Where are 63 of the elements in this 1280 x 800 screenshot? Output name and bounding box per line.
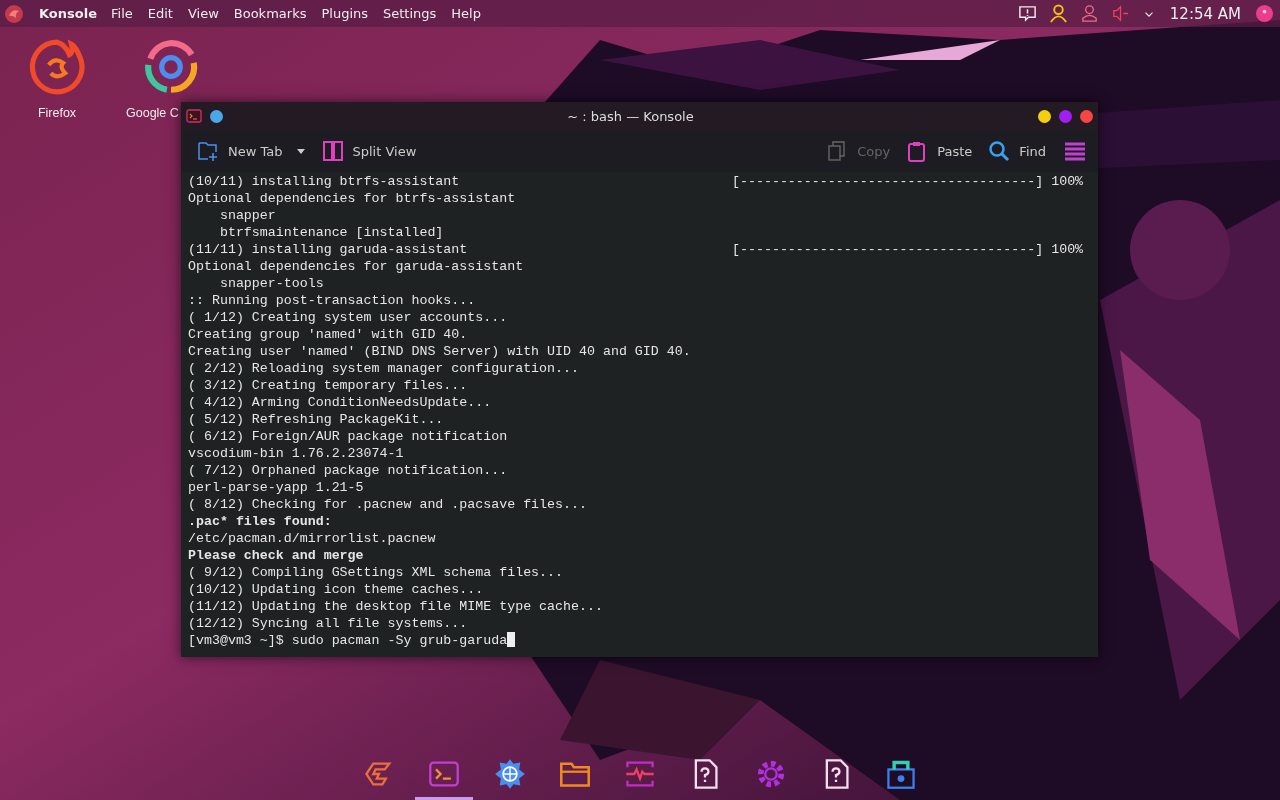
menu-item[interactable]: Help: [451, 6, 481, 21]
terminal-line: .pac* files found:: [188, 514, 332, 529]
app-name[interactable]: Konsole: [39, 6, 97, 21]
terminal-line: Please check and merge: [188, 548, 364, 563]
terminal-line: perl-parse-yapp 1.21-5: [188, 480, 364, 495]
terminal-line: ( 9/12) Compiling GSettings XML schema files...: [188, 565, 564, 580]
split-view-icon: [321, 140, 344, 162]
terminal-line: Creating group 'named' with GID 40.: [188, 327, 468, 342]
menu-item[interactable]: View: [187, 6, 219, 21]
terminal-line: ( 4/12) Arming ConditionNeedsUpdate...: [188, 395, 492, 410]
menu-item[interactable]: Bookmarks: [233, 6, 307, 21]
find-button[interactable]: Find: [982, 136, 1052, 166]
terminal-line: ( 7/12) Orphaned package notification...: [188, 463, 508, 478]
new-tab-icon: [197, 140, 219, 162]
notification-icon[interactable]: [1017, 4, 1037, 23]
terminal-line: (10/11) installing btrfs-assistant: [188, 174, 460, 189]
menu-icon[interactable]: [1064, 140, 1086, 162]
cursor-icon: [507, 632, 516, 647]
avatar-icon[interactable]: [1255, 4, 1274, 23]
terminal-line: snapper: [218, 208, 276, 223]
terminal-line: (12/12) Syncing all file systems...: [188, 616, 468, 631]
terminal-line: ( 2/12) Reloading system manager configuration...: [188, 361, 579, 376]
globe-gear-icon: [493, 757, 526, 790]
terminal-line: Optional dependencies for btrfs-assistant: [188, 191, 516, 206]
terminal-line: ( 6/12) Foreign/AUR package notification: [188, 429, 508, 444]
menu-item[interactable]: Settings: [383, 6, 437, 21]
terminal-line: snapper-tools: [218, 276, 324, 291]
caret-icon: [295, 146, 306, 156]
desktop-icon-label[interactable]: Google C: [126, 106, 179, 120]
maximize-button[interactable]: [1059, 109, 1072, 123]
menu-item[interactable]: File: [111, 6, 133, 21]
menu-item[interactable]: Edit: [147, 6, 173, 21]
terminal-line: (11/12) Updating the desktop file MIME type cache...: [188, 599, 603, 614]
terminal-line: ( 1/12) Creating system user accounts...: [188, 310, 508, 325]
command-prompt: [vm3@vm3 ~]$ sudo pacman -Sy grub-garuda: [188, 633, 508, 648]
newtab-button[interactable]: New Tab: [191, 136, 312, 166]
window-title: ~ : bash — Konsole: [567, 108, 694, 124]
pin-button[interactable]: [210, 109, 223, 123]
terminal-icon: [186, 108, 202, 124]
terminal-line: vscodium-bin 1.76.2.23074-1: [188, 446, 404, 461]
terminal-line: ( 5/12) Refreshing PackageKit...: [188, 412, 444, 427]
progress-text: [-------------------------------------] 100%: [732, 241, 1084, 258]
minimize-button[interactable]: [1038, 109, 1051, 123]
terminal-line: ( 3/12) Creating temporary files...: [188, 378, 468, 393]
user-icon[interactable]: [1048, 4, 1068, 23]
menu-item[interactable]: Plugins: [321, 6, 368, 21]
paste-button[interactable]: Paste: [900, 136, 979, 166]
search-icon: [988, 140, 1011, 162]
terminal-line: (11/11) installing garuda-assistant: [188, 242, 468, 257]
terminal-line: ( 8/12) Checking for .pacnew and .pacsave files...: [188, 497, 587, 512]
desktop-icon-label[interactable]: Firefox: [37, 106, 77, 120]
progress-text: [-------------------------------------] 100%: [732, 173, 1084, 190]
terminal-line: /etc/pacman.d/mirrorlist.pacnew: [188, 531, 436, 546]
terminal-line: :: Running post-transaction hooks...: [188, 293, 476, 308]
terminal-line: Optional dependencies for garuda-assistant: [188, 259, 524, 274]
speaker-muted-icon[interactable]: [1110, 4, 1130, 23]
user-icon[interactable]: [1079, 4, 1099, 23]
terminal-line: Creating user 'named' (BIND DNS Server) with UID 40 and GID 40.: [188, 344, 691, 359]
split-button[interactable]: Split View: [315, 136, 423, 166]
terminal-line: (10/12) Updating icon theme caches...: [188, 582, 484, 597]
close-button[interactable]: [1080, 109, 1093, 123]
clock[interactable]: 12:54 AM: [1169, 4, 1241, 23]
terminal-line: btrfsmaintenance [installed]: [218, 225, 444, 240]
